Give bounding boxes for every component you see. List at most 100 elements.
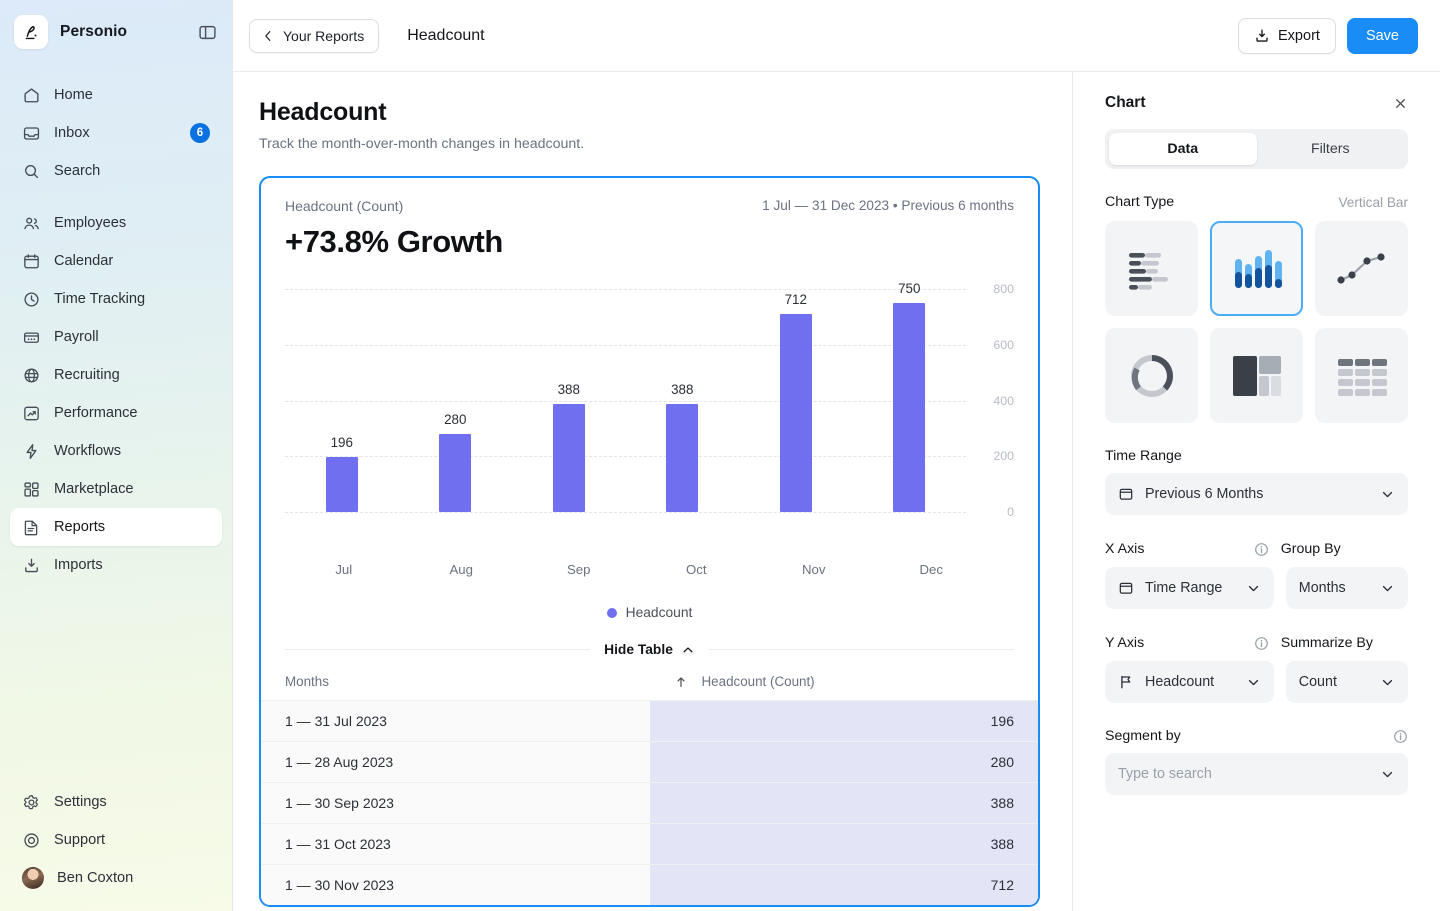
import-download-icon: [22, 556, 41, 575]
info-icon[interactable]: [1254, 542, 1269, 557]
table-cell-month: 1 — 30 Nov 2023: [261, 865, 650, 906]
horizontal-bar-chart-icon[interactable]: [1105, 221, 1198, 316]
donut-chart-icon[interactable]: [1105, 328, 1198, 423]
tab-filters[interactable]: Filters: [1257, 133, 1405, 165]
hide-table-button[interactable]: Hide Table: [604, 642, 695, 657]
bar[interactable]: [666, 404, 698, 512]
bar[interactable]: [439, 434, 471, 512]
time-range-select[interactable]: Previous 6 Months: [1105, 473, 1408, 515]
calendar-icon: [1118, 580, 1134, 596]
summarize-by-value: Count: [1299, 674, 1337, 690]
lightning-icon: [22, 442, 41, 461]
table-row[interactable]: 1 — 30 Sep 2023388: [261, 783, 1038, 824]
info-icon[interactable]: [1254, 636, 1269, 651]
sidebar-item-recruiting[interactable]: Recruiting: [10, 356, 222, 394]
sidebar-item-home[interactable]: Home: [10, 76, 222, 114]
vertical-bar-chart-icon[interactable]: [1210, 221, 1303, 316]
topbar-title: Headcount: [407, 27, 484, 45]
table-cell-value: 196: [650, 701, 1039, 742]
chevron-down-icon: [1380, 675, 1395, 690]
bar-column[interactable]: 388: [512, 274, 626, 554]
chart-card[interactable]: Headcount (Count) 1 Jul — 31 Dec 2023 • …: [259, 176, 1040, 907]
sidebar-group-primary: Home Inbox 6 Search: [10, 76, 222, 190]
chevron-up-icon: [681, 643, 695, 657]
segment-by-select[interactable]: Type to search: [1105, 753, 1408, 795]
sidebar-item-imports[interactable]: Imports: [10, 546, 222, 584]
page-subtitle: Track the month-over-month changes in he…: [259, 136, 1040, 152]
chevron-left-icon: [261, 29, 275, 43]
sidebar-item-user-profile[interactable]: Ben Coxton: [10, 859, 222, 897]
sort-ascending-arrow-icon[interactable]: [674, 675, 688, 689]
sidebar-bottom: Settings Support Ben Coxton: [0, 783, 232, 911]
personio-logo-icon[interactable]: [14, 15, 48, 49]
chevron-down-icon: [1380, 487, 1395, 502]
bar-column[interactable]: 750: [853, 274, 967, 554]
sidebar-item-settings[interactable]: Settings: [10, 783, 222, 821]
chart-card-header: Headcount (Count) 1 Jul — 31 Dec 2023 • …: [261, 178, 1038, 214]
table-row[interactable]: 1 — 30 Nov 2023712: [261, 865, 1038, 906]
bar-column[interactable]: 712: [739, 274, 853, 554]
column-header-months-label: Months: [285, 674, 329, 689]
save-button[interactable]: Save: [1347, 18, 1418, 54]
line-chart-icon[interactable]: [1315, 221, 1408, 316]
sidebar-item-performance[interactable]: Performance: [10, 394, 222, 432]
x-axis-label: Dec: [873, 562, 991, 577]
table-row[interactable]: 1 — 28 Aug 2023280: [261, 742, 1038, 783]
table-cell-value: 712: [650, 865, 1039, 906]
sidebar-item-label: Workflows: [54, 443, 121, 459]
chart-date-range: 1 Jul — 31 Dec 2023 • Previous 6 months: [762, 198, 1014, 213]
x-axis-label: Sep: [520, 562, 638, 577]
sidebar-collapse-icon[interactable]: [196, 21, 218, 43]
bar-column[interactable]: 280: [399, 274, 513, 554]
group-by-select[interactable]: Months: [1286, 567, 1408, 609]
clock-icon: [22, 290, 41, 309]
y-axis-select[interactable]: Headcount: [1105, 661, 1274, 703]
treemap-chart-icon[interactable]: [1210, 328, 1303, 423]
time-range-label: Time Range: [1105, 448, 1182, 464]
bar[interactable]: [326, 457, 358, 512]
sidebar-item-search[interactable]: Search: [10, 152, 222, 190]
sidebar-item-inbox[interactable]: Inbox 6: [10, 114, 222, 152]
sidebar-item-support[interactable]: Support: [10, 821, 222, 859]
summarize-by-select[interactable]: Count: [1286, 661, 1408, 703]
employees-icon: [22, 214, 41, 233]
table-row[interactable]: 1 — 31 Jul 2023196: [261, 701, 1038, 742]
chevron-down-icon: [1380, 581, 1395, 596]
sidebar-item-workflows[interactable]: Workflows: [10, 432, 222, 470]
column-header-headcount[interactable]: Headcount (Count): [650, 663, 1039, 701]
back-to-your-reports-button[interactable]: Your Reports: [249, 19, 379, 53]
chart-type-label-row: Chart Type Vertical Bar: [1105, 194, 1408, 210]
sidebar-item-employees[interactable]: Employees: [10, 204, 222, 242]
close-icon[interactable]: [1393, 96, 1408, 111]
sidebar-item-reports[interactable]: Reports: [10, 508, 222, 546]
column-header-months[interactable]: Months: [261, 663, 650, 701]
table-chart-icon[interactable]: [1315, 328, 1408, 423]
performance-chart-icon: [22, 404, 41, 423]
x-axis-label-row: X Axis Group By: [1105, 540, 1408, 558]
bar[interactable]: [893, 303, 925, 512]
bar-column[interactable]: 388: [626, 274, 740, 554]
table-head: Months Headcount (Count): [261, 663, 1038, 701]
sidebar-item-label: Performance: [54, 405, 138, 421]
sidebar-item-payroll[interactable]: Payroll: [10, 318, 222, 356]
bar-column[interactable]: 196: [285, 274, 399, 554]
chart-type-value: Vertical Bar: [1338, 195, 1408, 210]
bar-value-label: 712: [785, 292, 807, 307]
table-cell-value: 280: [650, 742, 1039, 783]
export-button[interactable]: Export: [1238, 18, 1336, 54]
group-by-label: Group By: [1281, 541, 1341, 557]
sidebar-item-marketplace[interactable]: Marketplace: [10, 470, 222, 508]
sidebar-item-calendar[interactable]: Calendar: [10, 242, 222, 280]
bar[interactable]: [780, 314, 812, 512]
sidebar-item-time-tracking[interactable]: Time Tracking: [10, 280, 222, 318]
bar-chart: 0200400600800 196280388388712750: [285, 274, 1014, 554]
x-axis-select[interactable]: Time Range: [1105, 567, 1274, 609]
chart-x-axis-labels: JulAugSepOctNovDec: [285, 562, 990, 577]
tab-data[interactable]: Data: [1109, 133, 1257, 165]
bar[interactable]: [553, 404, 585, 512]
divider-right: [709, 649, 1014, 650]
chart-settings-panel: Chart Data Filters Chart Type Vertical B…: [1072, 72, 1440, 911]
info-icon[interactable]: [1393, 729, 1408, 744]
table-row[interactable]: 1 — 31 Oct 2023388: [261, 824, 1038, 865]
y-axis-tick-label: 800: [970, 282, 1014, 296]
